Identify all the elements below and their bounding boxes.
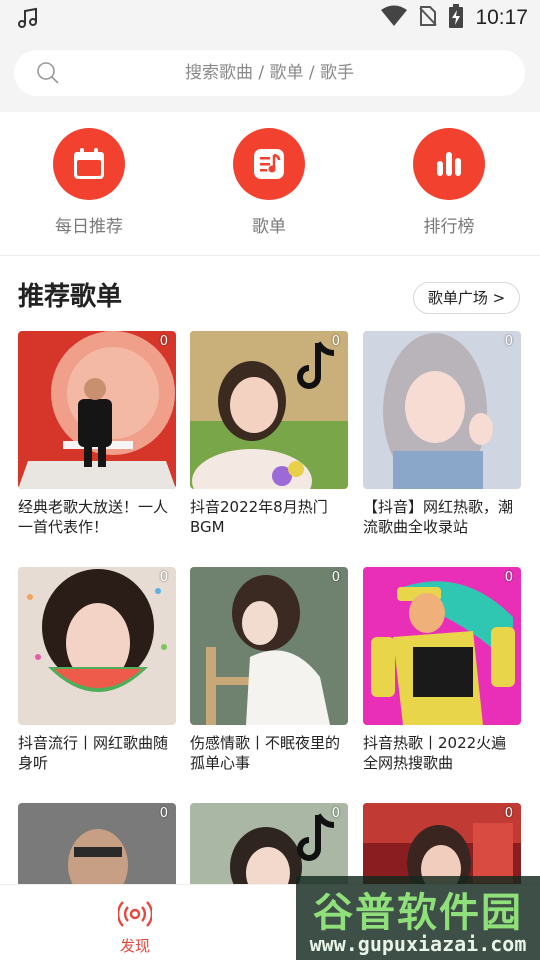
play-count: 0 [504,570,513,585]
playlist-cover[interactable]: 0 [18,331,176,489]
status-bar: 10:17 [0,0,540,36]
quick-nav-label: 每日推荐 [55,217,123,237]
nav-discover-label: 发现 [119,937,150,955]
play-count: 0 [331,334,340,349]
playlist-title: 抖音流行丨网红歌曲随身听 [18,734,169,772]
music-note-icon [16,6,40,34]
play-count: 0 [159,570,168,585]
watermark-url: www.gupuxiazai.com [309,932,527,956]
playlist-cover[interactable]: 0 [190,331,348,489]
quick-nav: 每日推荐 歌单 排行榜 [0,112,540,256]
ranking-button[interactable]: 排行榜 [389,128,509,237]
playlist-title: 经典老歌大放送！一人一首代表作！ [18,498,169,536]
playlist-icon [233,128,305,200]
nav-discover-tab[interactable]: 发现 [105,899,165,956]
playlist-card[interactable]: 0 抖音热歌丨2022火遍全网热搜歌曲 [363,567,521,773]
quick-nav-label: 歌单 [252,217,286,237]
play-count: 0 [159,334,168,349]
play-count: 0 [331,806,340,821]
play-count: 0 [159,806,168,821]
playlist-title: 伤感情歌丨不眠夜里的孤单心事 [190,734,341,772]
no-sim-icon [419,5,438,31]
watermark-title: 谷普软件园 [313,890,523,936]
search-input[interactable]: 搜索歌曲 / 歌单 / 歌手 [14,50,525,96]
playlist-square-button[interactable]: 歌单广场 > [413,282,520,314]
chart-bars-icon [413,128,485,200]
wifi-icon [381,5,408,31]
playlist-card[interactable]: 0 【抖音】网红热歌，潮流歌曲全收录站 [363,331,521,537]
playlist-title: 抖音2022年8月热门BGM [190,498,328,536]
search-area: 搜索歌曲 / 歌单 / 歌手 [0,36,540,112]
status-time: 10:17 [475,6,528,29]
search-placeholder: 搜索歌曲 / 歌单 / 歌手 [184,63,355,83]
divider [0,255,540,256]
playlist-card[interactable]: 0 抖音流行丨网红歌曲随身听 [18,567,176,773]
battery-charging-icon [449,4,464,32]
watermark: 谷普软件园 www.gupuxiazai.com [296,876,540,960]
play-count: 0 [331,570,340,585]
playlist-cover[interactable]: 0 [363,567,521,725]
playlist-cover[interactable]: 0 [363,331,521,489]
section-title: 推荐歌单 [18,282,123,312]
calendar-icon [53,128,125,200]
playlist-cover[interactable]: 0 [190,567,348,725]
playlist-title: 抖音热歌丨2022火遍全网热搜歌曲 [363,734,507,772]
playlist-card[interactable]: 0 抖音2022年8月热门BGM [190,331,348,537]
quick-nav-label: 排行榜 [423,217,475,237]
playlist-button[interactable]: 歌单 [209,128,329,237]
play-count: 0 [504,334,513,349]
playlist-card[interactable]: 0 伤感情歌丨不眠夜里的孤单心事 [190,567,348,773]
play-count: 0 [504,806,513,821]
daily-recommend-button[interactable]: 每日推荐 [29,128,149,237]
radio-broadcast-icon [116,901,154,933]
playlist-card[interactable]: 0 经典老歌大放送！一人一首代表作！ [18,331,176,537]
playlist-title: 【抖音】网红热歌，潮流歌曲全收录站 [363,498,514,536]
playlist-cover[interactable]: 0 [18,567,176,725]
